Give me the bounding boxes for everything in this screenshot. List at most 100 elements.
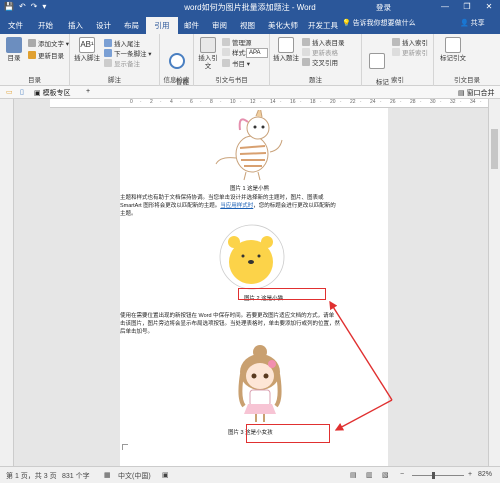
next-footnote-icon (104, 49, 112, 57)
paragraph-2-line-2: 击该图片，图片旁边将会显示布局选项按钮。当处理表格时，单击要添加行或列的位置，然 (120, 321, 341, 327)
tab-file[interactable]: 文件 (2, 17, 29, 34)
show-notes-button[interactable]: 显示备注 (104, 59, 140, 69)
zoom-slider[interactable] (412, 475, 464, 476)
ruler-tick: 6 (190, 99, 193, 105)
group-authorities-label: 引文目录 (454, 77, 480, 84)
ruler-tick: · (280, 99, 282, 105)
group-footnotes: AB¹ 插入脚注 插入尾注 下一条脚注 ▾ 显示备注 脚注 (70, 34, 160, 86)
insert-endnote-button[interactable]: 插入尾注 (104, 39, 140, 49)
tab-layout[interactable]: 布局 (118, 17, 145, 34)
unicorn-image[interactable] (210, 110, 290, 182)
print-layout-icon[interactable]: ▥ (366, 471, 373, 479)
insert-footnote-label: 插入脚注 (74, 55, 100, 62)
insert-caption-button[interactable]: 插入题注 (273, 37, 299, 63)
page-count[interactable]: 第 1 页，共 3 页 (6, 471, 57, 481)
bibliography-button[interactable]: 书目 ▾ (222, 59, 250, 69)
update-table-button[interactable]: 更新表格 (302, 48, 338, 58)
zoom-out-button[interactable]: − (400, 471, 404, 478)
document-icon[interactable]: ▯ (20, 88, 24, 96)
ruler-tick: 26 (390, 99, 396, 105)
ruler-tick: · (260, 99, 262, 105)
tab-review[interactable]: 审阅 (206, 17, 233, 34)
ruler-tick: · (160, 99, 162, 105)
insert-citation-button[interactable]: 插入引文 (196, 37, 220, 71)
customize-qat-icon[interactable]: ▾ (42, 2, 46, 12)
zoom-level[interactable]: 82% (478, 471, 492, 478)
document-page[interactable]: 图片 1 这是小熊 主题和样式也有助于文档保持协调。当您单击设计并选择新的主题时… (120, 108, 388, 466)
template-tab-label: 模板专区 (42, 90, 71, 97)
insert-index-button[interactable]: 插入索引 (392, 38, 428, 48)
tab-beautify[interactable]: 美化大师 (262, 17, 304, 34)
bear-image[interactable] (217, 222, 287, 292)
manage-sources-icon (222, 38, 230, 46)
status-bar: 第 1 页，共 3 页 831 个字 ▦ 中文(中国) ▣ ▤ ▥ ▧ − + … (0, 466, 500, 483)
share-button[interactable]: 👤 共享 (460, 18, 485, 28)
new-tab-button[interactable]: + (86, 88, 90, 95)
word-count[interactable]: 831 个字 (62, 471, 90, 481)
ribbon: 目录 添加文字 ▾ 更新目录 目录 AB¹ 插入脚注 插入尾注 下一条脚注 ▾ … (0, 34, 500, 94)
login-button[interactable]: 登录 (376, 2, 391, 13)
zoom-in-button[interactable]: + (468, 471, 472, 478)
toc-button[interactable]: 目录 (3, 37, 25, 63)
tab-insert[interactable]: 插入 (62, 17, 89, 34)
paragraph-2[interactable]: 使用在需要位置出现的新按钮在 Word 中保存时间。若要更改图片适应文档的方式，… (120, 312, 386, 336)
citation-icon (200, 37, 216, 53)
close-button[interactable]: ✕ (478, 0, 500, 14)
group-toc-label: 目录 (28, 77, 41, 84)
merge-window-button[interactable]: ▤ 窗口合并 (458, 88, 495, 98)
tab-home[interactable]: 开始 (32, 17, 59, 34)
horizontal-ruler[interactable]: 0 · 2 · 4 · 6 · 8 · 10 · 12 · 14 · 16 · 18 · 20 · 22 · 24 · 26 · 28 ·… (50, 99, 488, 108)
macro-icon[interactable]: ▣ (162, 471, 169, 479)
girl-image[interactable] (224, 344, 292, 424)
update-index-button[interactable]: 更新索引 (392, 48, 428, 58)
citation-style-select[interactable]: APA (246, 48, 268, 58)
ruler-tick: · (140, 99, 142, 105)
tab-view[interactable]: 视图 (234, 17, 261, 34)
tell-me-search[interactable]: 💡 告诉我你想要做什么 (342, 18, 416, 28)
scrollbar-thumb[interactable] (491, 129, 498, 169)
redo-icon[interactable]: ↷ (31, 2, 38, 12)
ruler-tick: · (240, 99, 242, 105)
cross-reference-button[interactable]: 交叉引用 (302, 58, 338, 68)
minimize-button[interactable]: — (434, 0, 456, 14)
tab-references[interactable]: 引用 (146, 17, 178, 34)
insert-citation-label: 插入引文 (198, 55, 218, 70)
ruler-tick: · (180, 99, 182, 105)
folder-icon[interactable]: ▭ (6, 88, 13, 96)
read-mode-icon[interactable]: ▤ (350, 471, 357, 479)
footnote-icon: AB¹ (79, 37, 95, 53)
language[interactable]: 中文(中国) (118, 471, 151, 481)
web-layout-icon[interactable]: ▧ (382, 471, 389, 479)
mark-citation-label: 标记引文 (440, 55, 466, 62)
save-icon[interactable]: 💾 (4, 2, 14, 12)
manage-sources-button[interactable]: 管理源 (222, 38, 252, 48)
undo-icon[interactable]: ↶ (19, 2, 26, 12)
tab-developer[interactable]: 开发工具 (302, 17, 344, 34)
restore-button[interactable]: ❐ (456, 0, 478, 14)
ruler-tick: 34 (470, 99, 476, 105)
insert-table-of-figures-button[interactable]: 插入表目录 (302, 38, 345, 48)
share-label: 共享 (470, 20, 485, 27)
template-tab[interactable]: ▣ 模板专区 (34, 88, 71, 98)
insert-footnote-button[interactable]: AB¹ 插入脚注 (74, 37, 100, 63)
bibliography-label: 书目 (232, 61, 245, 68)
tab-design[interactable]: 设计 (90, 17, 117, 34)
document-tab-bar: ▭ ▯ ▣ 模板专区 + ▤ 窗口合并 (0, 86, 500, 99)
bibliography-icon (222, 59, 230, 67)
add-text-button[interactable]: 添加文字 ▾ (28, 39, 69, 49)
caption-1[interactable]: 图片 1 这是小熊 (230, 184, 269, 192)
paragraph-1-link[interactable]: 当应用样式时 (220, 203, 253, 209)
next-footnote-button[interactable]: 下一条脚注 ▾ (104, 49, 152, 59)
group-captions-label: 题注 (309, 77, 322, 84)
paragraph-1[interactable]: 主题和样式也有助于文档保持协调。当您单击设计并选择新的主题时，图片、图表或 Sm… (120, 194, 386, 218)
mark-citation-button[interactable]: 标记引文 (438, 37, 468, 63)
tab-mailings[interactable]: 邮件 (178, 17, 205, 34)
vertical-scrollbar[interactable] (488, 99, 500, 466)
ruler-tick: · (460, 99, 462, 105)
proofing-icon[interactable]: ▦ (104, 471, 111, 479)
quick-access-toolbar: 💾 ↶ ↷ ▾ (4, 2, 46, 12)
zoom-slider-thumb[interactable] (432, 472, 435, 479)
ruler-tick: · (380, 99, 382, 105)
update-toc-button[interactable]: 更新目录 (28, 51, 64, 61)
show-notes-icon (104, 59, 112, 67)
